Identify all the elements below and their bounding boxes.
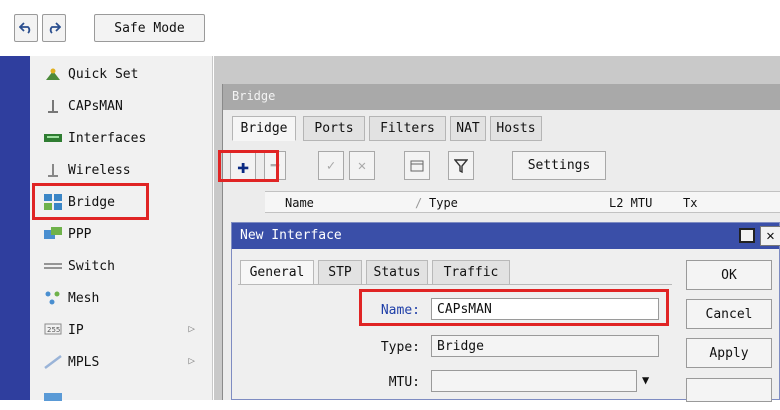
filter-button[interactable] <box>448 151 474 180</box>
close-icon: ✕ <box>766 228 775 244</box>
bridge-list-header: Name / Type L2 MTU Tx <box>265 191 780 213</box>
maximize-button[interactable] <box>739 228 755 243</box>
column-l2-mtu[interactable]: L2 MTU <box>609 196 652 210</box>
redo-icon <box>49 22 61 34</box>
comment-icon <box>410 160 424 171</box>
name-field-highlight-box <box>359 289 669 326</box>
add-button-highlight-box <box>218 150 279 182</box>
undo-icon <box>19 22 31 34</box>
sidebar-item-mpls[interactable]: MPLS ▷ <box>30 346 213 378</box>
redo-button[interactable] <box>42 14 66 42</box>
sidebar-menu: Quick Set CAPsMAN Interfaces Wireless Br… <box>30 56 213 401</box>
interfaces-icon <box>44 130 62 146</box>
mtu-label: MTU: <box>388 375 420 390</box>
bridge-highlight-box <box>32 183 149 220</box>
settings-button[interactable]: Settings <box>512 151 606 180</box>
submenu-arrow-icon: ▷ <box>188 354 195 367</box>
capsman-icon <box>44 98 62 114</box>
mtu-field[interactable] <box>431 370 637 392</box>
tab-nat[interactable]: NAT <box>450 116 486 141</box>
dropdown-arrow-icon[interactable]: ▼ <box>642 373 649 387</box>
type-label: Type: <box>380 340 420 355</box>
column-name[interactable]: Name <box>285 196 314 210</box>
sidebar-item-partial[interactable] <box>30 378 213 410</box>
type-field: Bridge <box>431 335 659 357</box>
filter-icon <box>454 158 468 173</box>
enable-button[interactable]: ✓ <box>318 151 344 180</box>
ppp-icon <box>44 226 62 242</box>
sidebar-item-capsman[interactable]: CAPsMAN <box>30 90 213 122</box>
sidebar-item-interfaces[interactable]: Interfaces <box>30 122 213 154</box>
column-tx[interactable]: Tx <box>683 196 697 210</box>
tab-traffic[interactable]: Traffic <box>432 260 510 285</box>
submenu-arrow-icon: ▷ <box>188 322 195 335</box>
sort-icon: / <box>415 196 423 210</box>
mpls-icon <box>44 354 62 370</box>
sidebar-item-label: Interfaces <box>68 130 147 146</box>
column-type[interactable]: Type <box>429 196 458 210</box>
disable-button-partial[interactable] <box>686 378 772 402</box>
ip-icon: 255 <box>44 322 62 338</box>
sidebar-item-mesh[interactable]: Mesh <box>30 282 213 314</box>
tab-status[interactable]: Status <box>366 260 428 285</box>
sidebar-item-label: Switch <box>68 258 115 274</box>
comment-button[interactable] <box>404 151 430 180</box>
cross-icon: ✕ <box>357 157 367 174</box>
sidebar-item-quick-set[interactable]: Quick Set <box>30 58 213 90</box>
sidebar-item-wireless[interactable]: Wireless <box>30 154 213 186</box>
sidebar-item-label: Wireless <box>68 162 131 178</box>
dialog-title[interactable]: New Interface <box>232 223 779 249</box>
switch-icon <box>44 258 62 274</box>
sidebar-item-label: PPP <box>68 226 92 242</box>
tab-ports[interactable]: Ports <box>303 116 365 141</box>
disable-button[interactable]: ✕ <box>349 151 375 180</box>
ok-button[interactable]: OK <box>686 260 772 290</box>
svg-text:255: 255 <box>47 326 60 334</box>
safe-mode-button[interactable]: Safe Mode <box>94 14 205 42</box>
sidebar-item-switch[interactable]: Switch <box>30 250 213 282</box>
sidebar-item-ppp[interactable]: PPP <box>30 218 213 250</box>
tab-general[interactable]: General <box>240 260 314 285</box>
main-toolbar: Safe Mode <box>0 0 780 52</box>
sidebar-item-label: CAPsMAN <box>68 98 123 114</box>
sidebar-item-label: IP <box>68 322 84 338</box>
sidebar-strip <box>0 56 30 400</box>
sidebar-item-label: Quick Set <box>68 66 139 82</box>
sidebar-item-label: MPLS <box>68 354 100 370</box>
sidebar-item-label: Mesh <box>68 290 100 306</box>
sidebar-item-ip[interactable]: 255 IP ▷ <box>30 314 213 346</box>
tab-filters[interactable]: Filters <box>369 116 446 141</box>
apply-button[interactable]: Apply <box>686 338 772 368</box>
wireless-icon <box>44 162 62 178</box>
tab-stp[interactable]: STP <box>318 260 362 285</box>
mesh-icon <box>44 290 62 306</box>
tab-hosts[interactable]: Hosts <box>490 116 542 141</box>
tab-bridge[interactable]: Bridge <box>232 116 296 141</box>
close-button[interactable]: ✕ <box>760 226 780 246</box>
new-interface-dialog: New Interface ✕ General STP Status Traff… <box>231 222 780 402</box>
quick-set-icon <box>44 66 62 82</box>
bridge-window-title[interactable]: Bridge <box>223 84 780 110</box>
cancel-button[interactable]: Cancel <box>686 299 772 329</box>
undo-button[interactable] <box>14 14 38 42</box>
check-icon: ✓ <box>326 157 336 174</box>
